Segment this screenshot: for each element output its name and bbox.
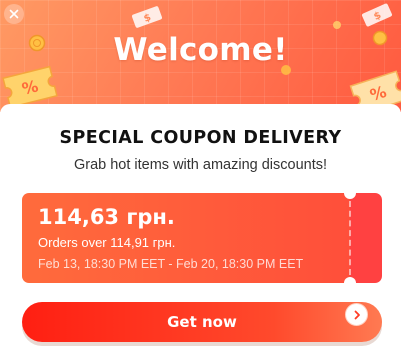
popup-title: SPECIAL COUPON DELIVERY [59, 128, 342, 148]
coupon-min-order: Orders over 114,91 грн. [38, 235, 176, 250]
money-bill-icon: $ [362, 3, 392, 27]
coupon-card[interactable]: 114,63 грн. Orders over 114,91 грн. Feb … [22, 187, 382, 289]
get-now-label: Get now [167, 313, 237, 331]
coupon-notch-top [344, 187, 356, 199]
welcome-title: Welcome! [113, 32, 288, 68]
coupon-validity: Feb 13, 18:30 PM EET - Feb 20, 18:30 PM … [38, 257, 304, 271]
coupon-popup: % % $ $ Welcome! SPECIAL COUPON DELIVERY… [0, 0, 401, 364]
coupon-stub [350, 193, 382, 283]
coin-icon [333, 21, 341, 29]
coupon-main: 114,63 грн. Orders over 114,91 грн. Feb … [22, 193, 350, 283]
chevron-right-icon [354, 310, 360, 319]
popup-subtitle: Grab hot items with amazing discounts! [73, 157, 328, 173]
welcome-banner: % % $ $ Welcome! [0, 0, 401, 112]
coupon-notch-bottom [344, 277, 356, 289]
arrow-badge [345, 303, 368, 326]
close-icon [9, 9, 19, 19]
money-bill-icon: $ [132, 6, 162, 28]
coupon-perforation [349, 201, 351, 275]
close-button[interactable] [4, 4, 24, 24]
coupon-amount: 114,63 грн. [38, 205, 175, 229]
get-now-button[interactable]: Get now [22, 302, 382, 342]
